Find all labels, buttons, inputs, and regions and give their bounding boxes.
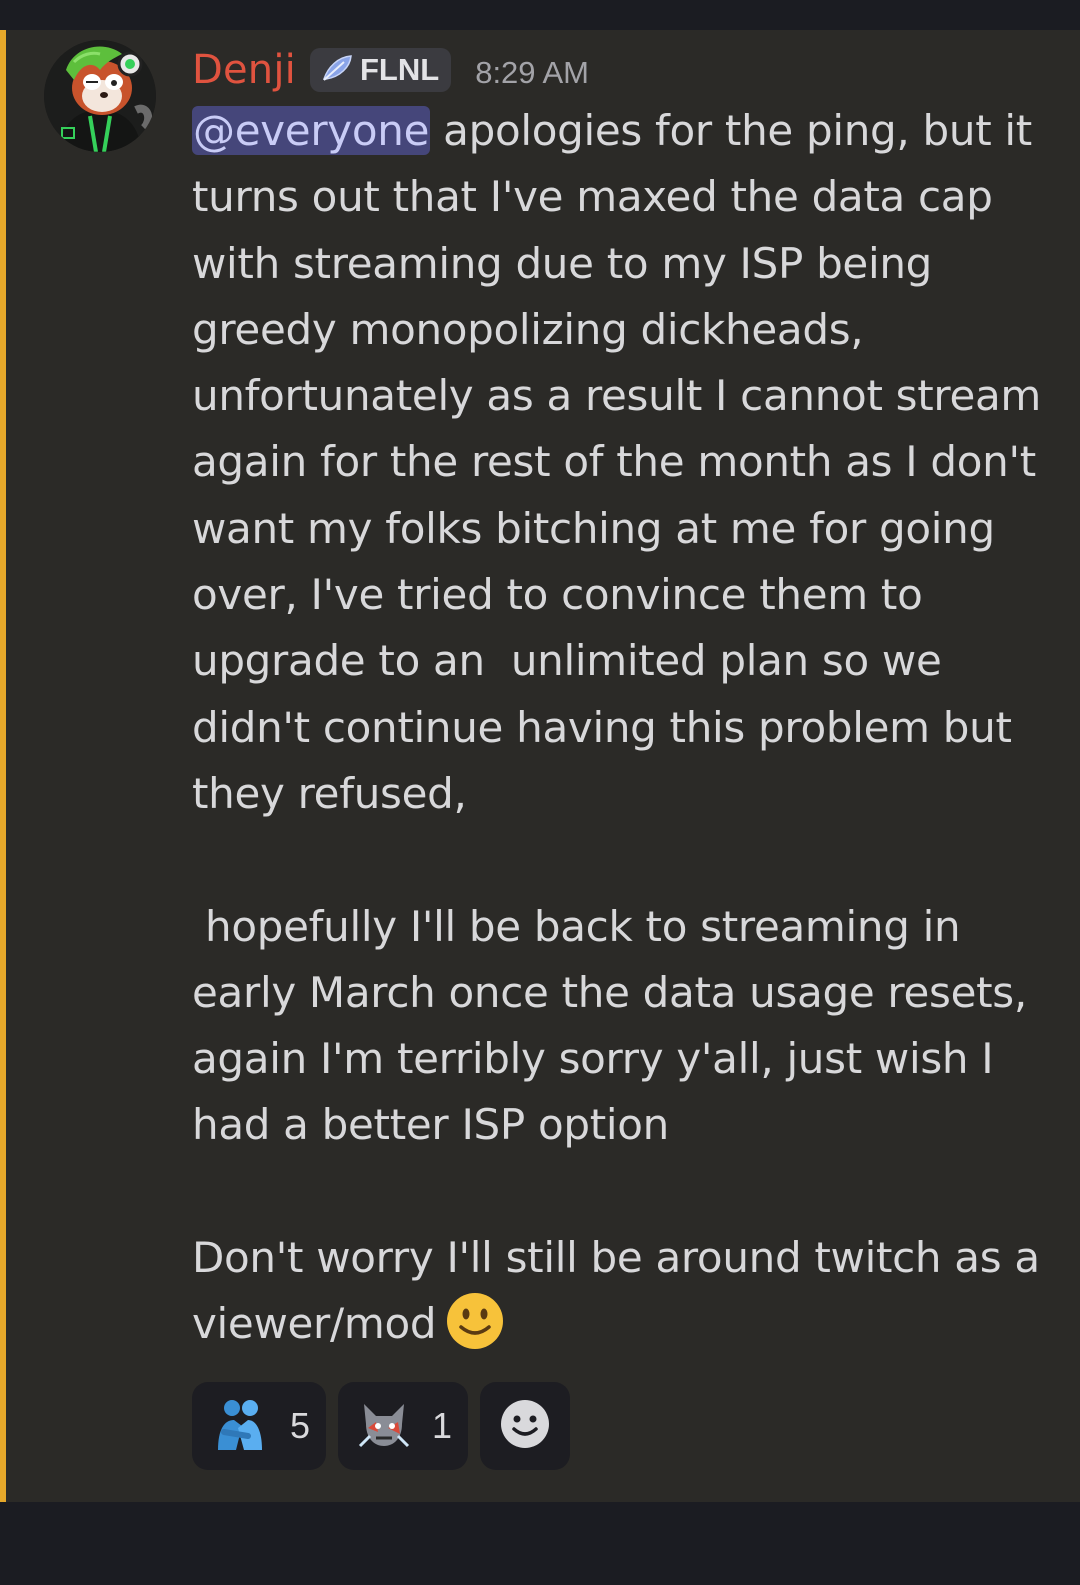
slightly-smiling-face-icon[interactable] [446,1292,504,1350]
message-line: over, I've tried to convince them to [192,570,923,620]
message-line: Don't worry I'll still be around twitch … [192,1233,1040,1283]
message-text: viewer/mod [192,1299,437,1349]
message-line [192,827,1052,893]
message-line: want my folks bitching at me for going [192,503,995,553]
message-line: upgrade to an unlimited plan so we [192,636,942,686]
message-text: apologies for the ping, but it [430,106,1032,155]
custom-emote-icon [358,1398,410,1454]
message-line: viewer/mod [192,1291,1052,1357]
avatar[interactable] [44,40,156,152]
top-bar [0,0,1080,30]
message-timestamp[interactable]: 8:29 AM [475,55,589,91]
message-line: had a better ISP option [192,1100,669,1150]
reaction-hugging[interactable]: 5 [192,1382,327,1470]
author-name[interactable]: Denji [192,47,296,93]
message-line: greedy monopolizing dickheads, [192,304,864,354]
message-line: unfortunately as a result I cannot strea… [192,371,1042,421]
reaction-custom-emote[interactable]: 1 [338,1382,469,1470]
message-line [192,1159,1052,1225]
reactions-bar: 5 1 [192,1382,571,1470]
message-content: @everyone apologies for the ping, but it… [192,98,1052,1358]
reaction-count: 5 [290,1405,311,1446]
bottom-bar [0,1502,1080,1585]
message-header: Denji FLNL 8:29 AM [192,42,589,98]
role-tag-label: FLNL [360,52,440,87]
chat-message[interactable]: Denji FLNL 8:29 AM @everyone apologies f… [0,30,1080,1502]
message-line: didn't continue having this problem but [192,702,1012,752]
hugging-people-icon [212,1396,268,1456]
role-tag[interactable]: FLNL [310,48,452,92]
message-line: hopefully I'll be back to streaming in [192,901,961,951]
mention-highlight-bar [0,30,6,1502]
message-line: turns out that I've maxed the data cap [192,172,993,222]
feather-icon [320,53,354,87]
message-line: again for the rest of the month as I don… [192,437,1036,487]
message-line: again I'm terribly sorry y'all, just wis… [192,1034,994,1084]
reaction-count: 1 [432,1405,453,1446]
message-line: they refused, [192,768,467,818]
add-reaction-button[interactable] [480,1382,571,1470]
add-reaction-smiley-icon [499,1398,551,1454]
message-line: early March once the data usage resets, [192,967,1027,1017]
message-line: @everyone apologies for the ping, but it [192,98,1052,164]
everyone-mention[interactable]: @everyone [192,106,431,155]
message-line: with streaming due to my ISP being [192,238,933,288]
